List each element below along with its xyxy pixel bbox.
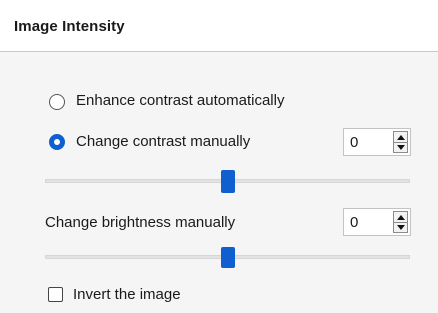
spin-down-icon[interactable]: [394, 142, 407, 152]
change-contrast-label[interactable]: Change contrast manually: [76, 133, 250, 150]
change-contrast-radio[interactable]: [49, 134, 65, 150]
change-brightness-label: Change brightness manually: [45, 214, 236, 231]
invert-image-checkbox[interactable]: [48, 287, 63, 302]
contrast-slider-thumb[interactable]: [220, 170, 235, 193]
brightness-spin-buttons: [393, 211, 408, 233]
brightness-slider-thumb[interactable]: [220, 247, 235, 268]
invert-image-label[interactable]: Invert the image: [73, 286, 181, 303]
brightness-value[interactable]: 0: [350, 214, 358, 231]
enhance-contrast-radio[interactable]: [49, 94, 65, 110]
contrast-spinner[interactable]: 0: [343, 128, 411, 156]
contrast-spin-buttons: [393, 131, 408, 153]
image-intensity-panel: Image Intensity Enhance contrast automat…: [0, 0, 438, 313]
panel-header: Image Intensity: [0, 0, 438, 52]
contrast-value[interactable]: 0: [350, 134, 358, 151]
spin-down-icon[interactable]: [394, 222, 407, 232]
panel-title: Image Intensity: [14, 18, 125, 35]
brightness-spinner[interactable]: 0: [343, 208, 411, 236]
enhance-contrast-label[interactable]: Enhance contrast automatically: [76, 92, 284, 109]
